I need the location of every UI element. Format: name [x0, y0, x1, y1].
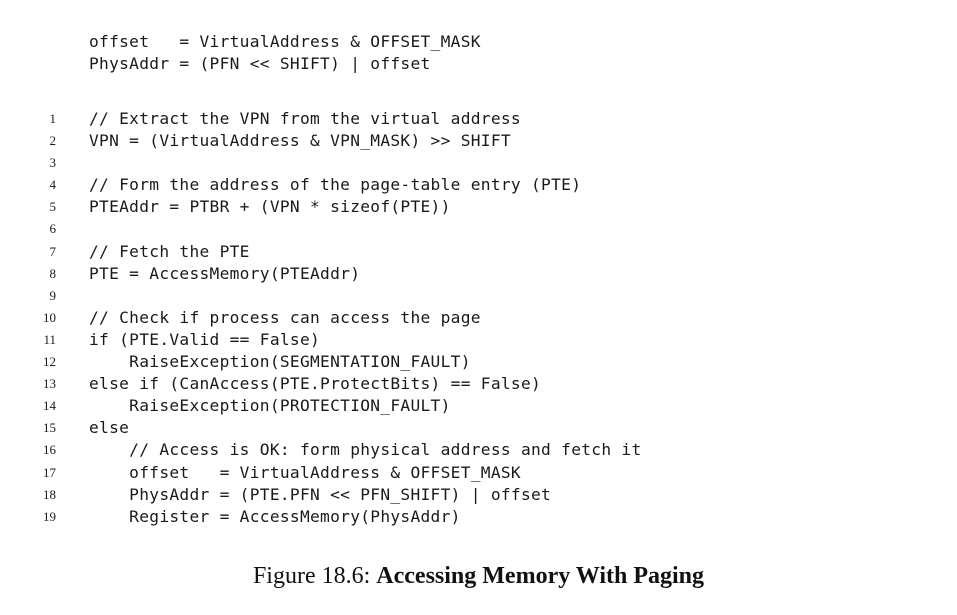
- code-line: 18 PhysAddr = (PTE.PFN << PFN_SHIFT) | o…: [0, 484, 642, 506]
- preamble-code: offset = VirtualAddress & OFFSET_MASK Ph…: [89, 31, 481, 75]
- line-code: Register = AccessMemory(PhysAddr): [89, 506, 461, 526]
- code-line: 2 VPN = (VirtualAddress & VPN_MASK) >> SH…: [0, 130, 642, 152]
- code-line: 9: [0, 285, 642, 307]
- line-code: VPN = (VirtualAddress & VPN_MASK) >> SHI…: [89, 131, 511, 151]
- line-number: 1: [49, 111, 57, 126]
- line-code: else if (CanAccess(PTE.ProtectBits) == F…: [89, 374, 542, 394]
- line-number: 12: [43, 354, 56, 370]
- line-code: // Access is OK: form physical address a…: [89, 440, 642, 460]
- caption-label: Figure 18.6:: [252, 563, 377, 589]
- code-line: 6: [0, 218, 642, 240]
- code-line: 15 else: [0, 417, 642, 439]
- line-code: // Fetch the PTE: [89, 241, 250, 261]
- line-code: if (PTE.Valid == False): [89, 329, 321, 349]
- line-code: PTE = AccessMemory(PTEAddr): [89, 263, 361, 283]
- line-number: 13: [43, 376, 56, 392]
- line-code: RaiseException(PROTECTION_FAULT): [89, 396, 451, 416]
- code-line: 19 Register = AccessMemory(PhysAddr): [0, 506, 642, 528]
- figure-caption: Figure 18.6: Accessing Memory With Pagin…: [0, 563, 957, 590]
- code-line: 8 PTE = AccessMemory(PTEAddr): [0, 263, 642, 285]
- code-line: 12 RaiseException(SEGMENTATION_FAULT): [0, 351, 642, 373]
- line-number: 6: [49, 221, 57, 237]
- line-code: // Extract the VPN from the virtual addr…: [89, 109, 521, 128]
- line-code: PTEAddr = PTBR + (VPN * sizeof(PTE)): [89, 197, 451, 217]
- code-line: 14 RaiseException(PROTECTION_FAULT): [0, 395, 642, 417]
- line-number: 5: [49, 199, 57, 215]
- line-code: else: [89, 418, 130, 438]
- line-number: 4: [49, 177, 57, 193]
- line-number: 16: [43, 442, 56, 458]
- line-number: 2: [49, 133, 57, 149]
- code-line: 10 // Check if process can access the pag…: [0, 307, 642, 329]
- line-number: 8: [49, 265, 57, 281]
- line-number: 18: [43, 486, 56, 502]
- code-line: 16 // Access is OK: form physical addres…: [0, 439, 642, 461]
- code-line: 5 PTEAddr = PTBR + (VPN * sizeof(PTE)): [0, 196, 642, 218]
- code-line: 4 // Form the address of the page-table e…: [0, 174, 642, 196]
- code-listing: 1 // Extract the VPN from the virtual add…: [0, 108, 642, 528]
- line-code: // Check if process can access the page: [89, 307, 481, 327]
- line-number: 3: [49, 155, 57, 171]
- line-code: // Form the address of the page-table en…: [89, 175, 582, 195]
- line-code: RaiseException(SEGMENTATION_FAULT): [89, 352, 471, 372]
- line-number: 10: [43, 309, 56, 325]
- preamble-line-1: offset = VirtualAddress & OFFSET_MASK: [89, 32, 481, 51]
- line-number: 14: [43, 398, 56, 414]
- line-number: 7: [49, 243, 57, 259]
- code-line: 13 else if (CanAccess(PTE.ProtectBits) ==…: [0, 373, 642, 395]
- line-number: 11: [43, 331, 56, 347]
- line-number: 15: [43, 420, 56, 436]
- caption-title: Accessing Memory With Paging: [376, 563, 705, 589]
- preamble-line-2: PhysAddr = (PFN << SHIFT) | offset: [89, 54, 431, 74]
- line-number: 17: [43, 464, 56, 480]
- code-line: 1 // Extract the VPN from the virtual add…: [0, 108, 642, 130]
- code-line: 17 offset = VirtualAddress & OFFSET_MASK: [0, 462, 642, 484]
- line-code: offset = VirtualAddress & OFFSET_MASK: [89, 462, 521, 482]
- code-line: 3: [0, 152, 642, 174]
- line-code: PhysAddr = (PTE.PFN << PFN_SHIFT) | offs…: [89, 484, 552, 504]
- code-line: 7 // Fetch the PTE: [0, 241, 642, 263]
- code-line: 11 if (PTE.Valid == False): [0, 329, 642, 351]
- line-number: 19: [43, 508, 56, 524]
- line-number: 9: [49, 287, 57, 303]
